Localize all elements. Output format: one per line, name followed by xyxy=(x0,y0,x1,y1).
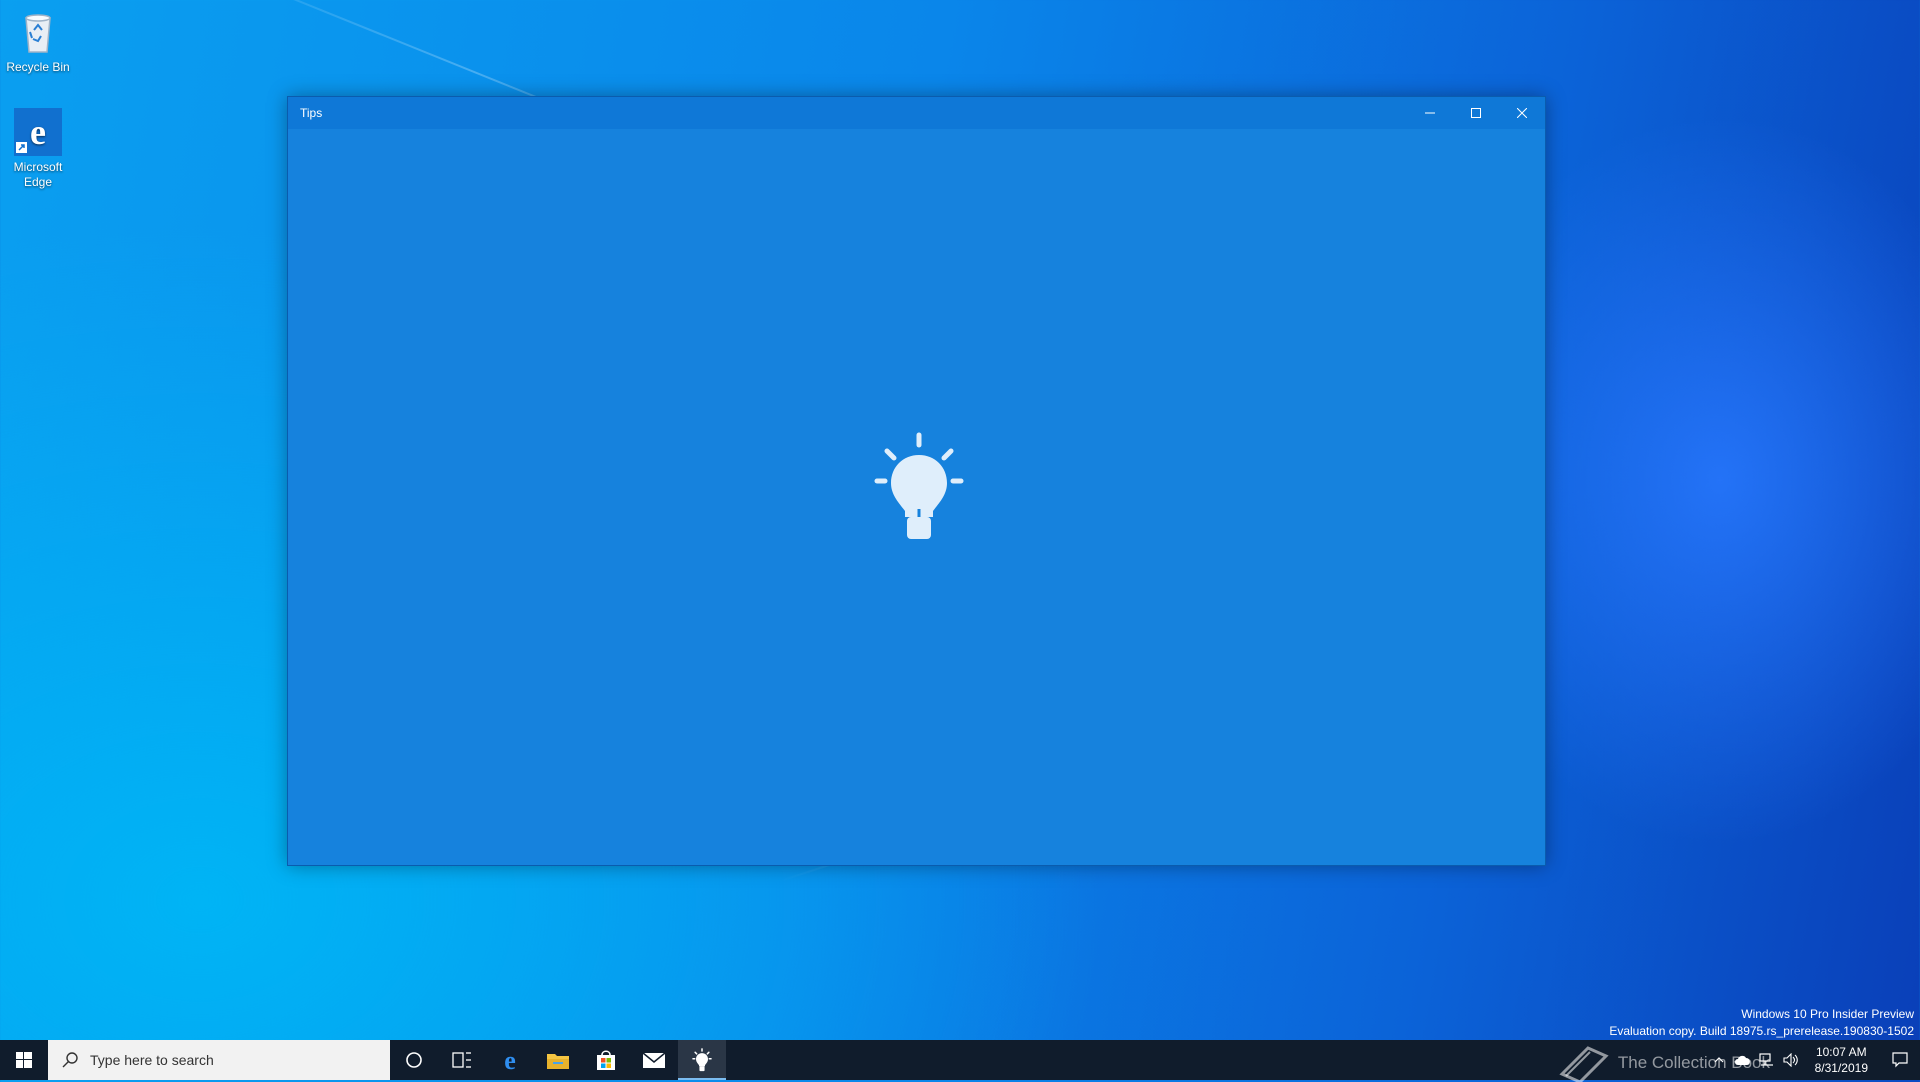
network-icon xyxy=(1759,1053,1773,1066)
desktop-icon-label: Microsoft Edge xyxy=(13,160,63,189)
window-title: Tips xyxy=(300,106,323,120)
network-button[interactable] xyxy=(1755,1040,1779,1080)
svg-text:e: e xyxy=(504,1048,516,1072)
minimize-icon xyxy=(1425,112,1435,114)
search-box[interactable]: Type here to search xyxy=(48,1040,390,1080)
watermark-line: Evaluation copy. Build 18975.rs_prerelea… xyxy=(1609,1024,1914,1038)
mail-icon xyxy=(642,1052,666,1068)
maximize-button[interactable] xyxy=(1453,97,1499,129)
close-button[interactable] xyxy=(1499,97,1545,129)
window-titlebar[interactable]: Tips xyxy=(288,97,1545,129)
system-tray: 10:07 AM 8/31/2019 xyxy=(1707,1040,1920,1080)
desktop-icon-microsoft-edge[interactable]: e Microsoft Edge xyxy=(4,108,72,190)
store-button[interactable] xyxy=(582,1040,630,1080)
task-view-icon xyxy=(452,1052,471,1068)
minimize-button[interactable] xyxy=(1407,97,1453,129)
close-icon xyxy=(1517,108,1527,118)
taskbar: Type here to search e The Collection Boo… xyxy=(0,1040,1920,1082)
edge-icon: e xyxy=(14,108,62,156)
onedrive-button[interactable] xyxy=(1731,1040,1755,1080)
maximize-icon xyxy=(1471,108,1481,118)
store-icon xyxy=(597,1050,615,1070)
volume-button[interactable] xyxy=(1779,1040,1803,1080)
recycle-bin-icon xyxy=(25,14,51,53)
chevron-up-icon xyxy=(1714,1057,1724,1063)
file-explorer-button[interactable] xyxy=(534,1040,582,1080)
desktop-icon-label: Recycle Bin xyxy=(6,60,70,74)
clock[interactable]: 10:07 AM 8/31/2019 xyxy=(1803,1044,1880,1076)
edge-icon: e xyxy=(504,1048,516,1072)
tips-icon xyxy=(692,1048,712,1072)
file-explorer-icon xyxy=(547,1054,569,1069)
notification-icon xyxy=(1892,1052,1908,1068)
start-button[interactable] xyxy=(0,1040,48,1080)
volume-icon xyxy=(1783,1053,1798,1067)
desktop-icon-recycle-bin[interactable]: Recycle Bin xyxy=(4,8,72,75)
cortana-icon xyxy=(406,1052,422,1068)
windows-logo-icon xyxy=(16,1052,32,1068)
lightbulb-icon xyxy=(874,432,964,539)
clock-time: 10:07 AM xyxy=(1815,1045,1867,1059)
action-center-button[interactable] xyxy=(1880,1040,1920,1080)
show-hidden-icons-button[interactable] xyxy=(1707,1040,1731,1080)
taskbar-tips-button[interactable] xyxy=(678,1040,726,1080)
svg-text:e: e xyxy=(30,112,46,152)
book-logo-icon xyxy=(1559,1046,1609,1082)
evaluation-watermark: Windows 10 Pro Insider Preview Evaluatio… xyxy=(1609,1006,1914,1040)
search-placeholder: Type here to search xyxy=(90,1052,214,1068)
task-view-button[interactable] xyxy=(438,1040,486,1080)
mail-button[interactable] xyxy=(630,1040,678,1080)
cloud-icon xyxy=(1734,1055,1750,1065)
taskbar-edge-button[interactable]: e xyxy=(486,1040,534,1080)
clock-date: 8/31/2019 xyxy=(1814,1061,1868,1075)
watermark-line: Windows 10 Pro Insider Preview xyxy=(1741,1007,1914,1021)
search-icon xyxy=(62,1052,78,1068)
cortana-button[interactable] xyxy=(390,1040,438,1080)
tips-window[interactable]: Tips xyxy=(287,96,1546,866)
